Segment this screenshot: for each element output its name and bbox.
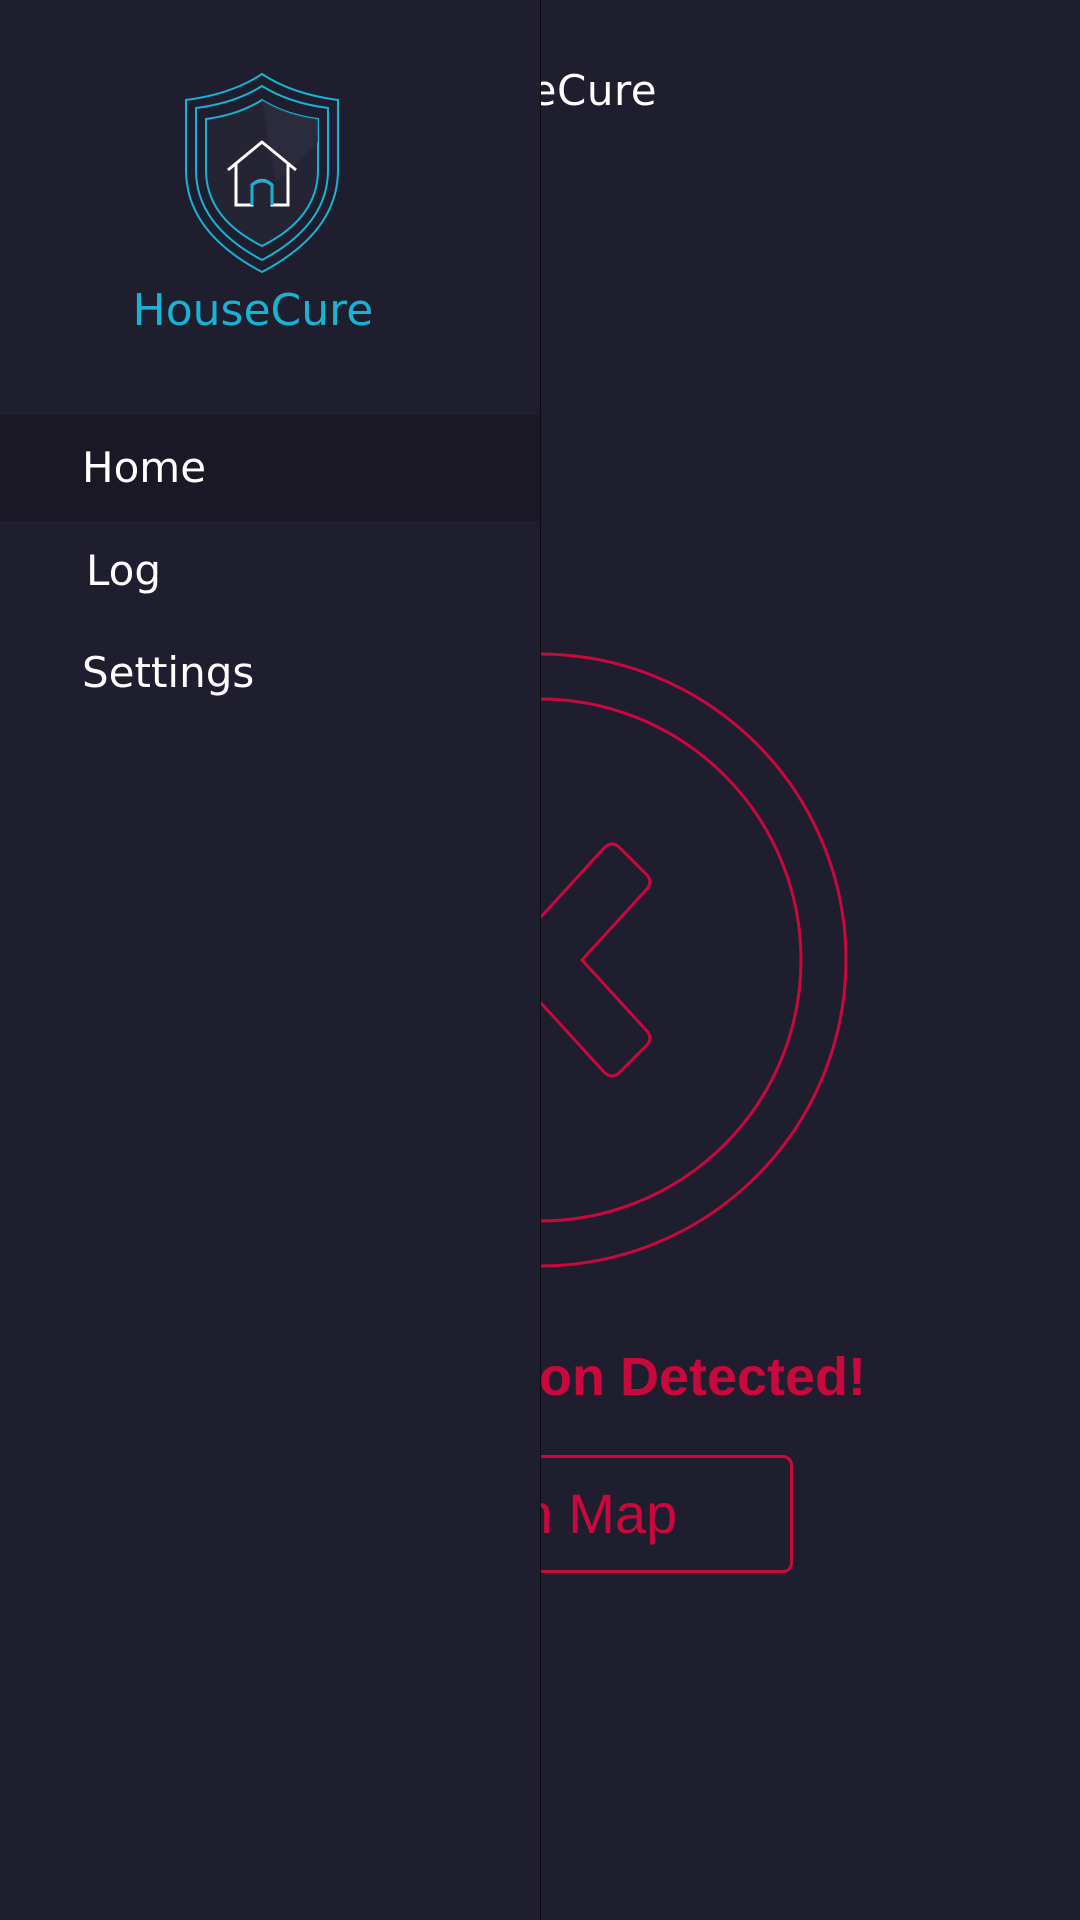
nav-item-log[interactable]: Log [0,518,540,624]
navigation-drawer: HouseCure Home Log Settings [0,0,541,1920]
nav-item-label: Log [86,546,162,595]
nav-item-home[interactable]: Home [0,415,540,521]
nav-item-label: Settings [82,648,255,697]
nav-item-settings[interactable]: Settings [0,620,540,726]
brand-name: HouseCure [132,285,374,336]
nav-item-label: Home [82,443,207,492]
shield-house-icon [185,72,339,274]
